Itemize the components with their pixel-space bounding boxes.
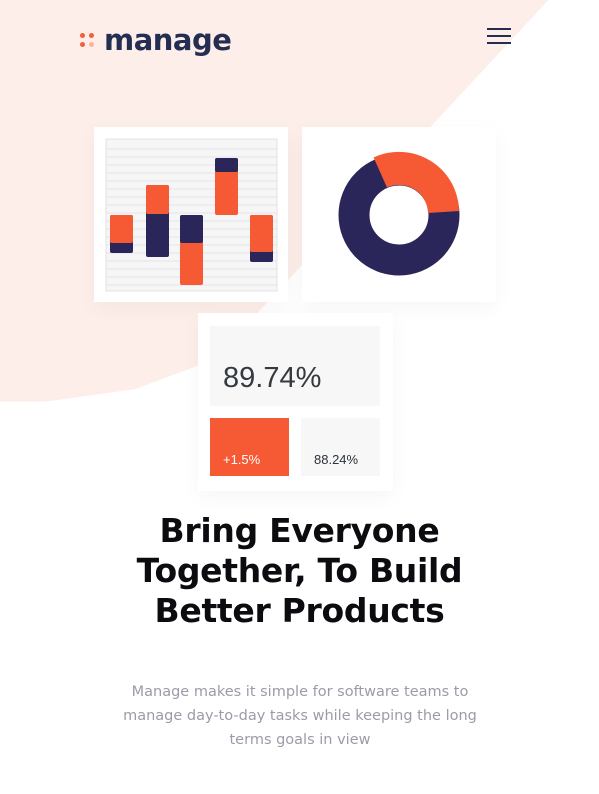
site-header: manage <box>0 0 599 80</box>
bar-5 <box>250 215 273 262</box>
bar-1 <box>110 215 133 253</box>
description-line: Manage makes it simple for software team… <box>131 684 469 700</box>
stat-change-panel: +1.5% <box>210 418 289 476</box>
donut-chart-card <box>302 127 496 302</box>
donut-slice-orange <box>373 151 459 213</box>
stat-change-value: +1.5% <box>223 452 261 467</box>
description-line: manage day-to-day tasks while keeping th… <box>123 708 477 724</box>
headline-line: Better Products <box>154 591 445 630</box>
stat-main-panel: 89.74% <box>210 326 380 406</box>
stat-main-value: 89.74% <box>223 362 322 394</box>
bar-2 <box>146 185 169 257</box>
headline-line: Together, To Build <box>136 551 463 590</box>
hero-description: Manage makes it simple for software team… <box>80 680 520 752</box>
donut-chart-illustration <box>338 151 460 276</box>
description-line: terms goals in view <box>229 732 371 748</box>
bar-3 <box>180 215 203 285</box>
bar-chart-card <box>94 127 288 302</box>
stats-card: 89.74% +1.5% 88.24% <box>198 313 393 491</box>
hero-headline: Bring Everyone Together, To Build Better… <box>0 511 599 631</box>
hamburger-menu-icon[interactable] <box>487 27 511 45</box>
bar-chart-illustration <box>105 138 278 292</box>
brand-logo[interactable]: manage <box>80 23 232 57</box>
stat-secondary-value: 88.24% <box>314 452 359 467</box>
bar-4 <box>215 158 238 215</box>
stat-secondary-panel: 88.24% <box>301 418 380 476</box>
logo-mark-icon <box>80 32 96 48</box>
logo-wordmark: manage <box>104 23 232 57</box>
headline-line: Bring Everyone <box>159 511 440 550</box>
